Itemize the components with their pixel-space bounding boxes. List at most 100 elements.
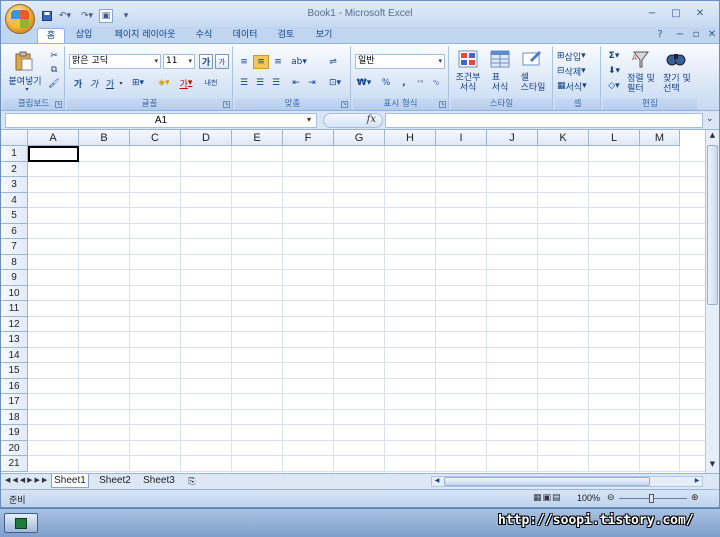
row-header-16[interactable]: 16 xyxy=(1,378,28,394)
font-name-box[interactable]: 맑은 고딕 ▾ xyxy=(69,54,161,69)
format-cells-button[interactable]: ▦ 서식 ▾ xyxy=(557,79,599,93)
underline-button[interactable]: 가 xyxy=(103,76,117,90)
zoom-out-icon[interactable]: ⊖ xyxy=(607,493,615,503)
column-header-j[interactable]: J xyxy=(487,130,538,146)
select-all-corner[interactable] xyxy=(1,130,28,146)
vertical-scroll-thumb[interactable] xyxy=(707,145,718,305)
underline-dropdown-icon[interactable]: ▾ xyxy=(117,76,125,90)
wrap-text-icon[interactable]: ⇌ xyxy=(325,55,341,69)
cell-styles-button[interactable]: 셀 스타일 xyxy=(515,72,551,94)
conditional-format-button[interactable]: 조건부 서식 xyxy=(451,72,485,94)
font-name-dropdown-icon[interactable]: ▾ xyxy=(154,55,158,68)
tab-formulas[interactable]: 수식 xyxy=(189,28,219,43)
worksheet-grid[interactable]: ABCDEFGHIJKLM 1 2 3 4 5 6 7 8 9 10 11 12 13 14 15 16 17 1… xyxy=(1,130,707,473)
align-bottom-icon[interactable]: ≡ xyxy=(271,55,285,69)
align-top-icon[interactable]: ≡ xyxy=(237,55,251,69)
column-header-c[interactable]: C xyxy=(130,130,181,146)
alignment-launcher-icon[interactable]: ↘ xyxy=(341,101,348,108)
row-header-10[interactable]: 10 xyxy=(1,285,28,301)
scroll-left-icon[interactable]: ◀ xyxy=(432,477,442,486)
column-header-b[interactable]: B xyxy=(79,130,130,146)
align-right-icon[interactable]: ☰ xyxy=(269,76,283,90)
formula-input[interactable] xyxy=(385,113,703,128)
shrink-font-button[interactable]: 가 xyxy=(215,54,229,69)
delete-cells-button[interactable]: ⊟ 삭제 ▾ xyxy=(557,64,599,78)
align-center-icon[interactable]: ☰ xyxy=(253,76,267,90)
horizontal-scroll-thumb[interactable] xyxy=(444,477,650,486)
row-header-19[interactable]: 19 xyxy=(1,425,28,441)
row-header-21[interactable]: 21 xyxy=(1,456,28,472)
row-header-12[interactable]: 12 xyxy=(1,316,28,332)
help-icon[interactable]: ? xyxy=(651,28,669,42)
scroll-right-icon[interactable]: ▶ xyxy=(692,477,702,486)
row-header-17[interactable]: 17 xyxy=(1,394,28,410)
copy-icon[interactable]: ⧉ xyxy=(47,64,61,76)
row-header-1[interactable]: 1 xyxy=(1,146,28,162)
comma-button[interactable]: , xyxy=(397,76,411,90)
column-header-m[interactable]: M xyxy=(640,130,680,146)
tab-insert[interactable]: 삽입 xyxy=(69,28,99,43)
align-left-icon[interactable]: ☰ xyxy=(237,76,251,90)
number-launcher-icon[interactable]: ↘ xyxy=(439,101,446,108)
row-header-18[interactable]: 18 xyxy=(1,409,28,425)
maximize-button[interactable]: □ xyxy=(667,7,685,21)
sheet-tab-3[interactable]: Sheet3 xyxy=(139,474,179,488)
sort-filter-button[interactable]: 정렬 및 필터 xyxy=(625,73,657,95)
row-header-11[interactable]: 11 xyxy=(1,301,28,317)
zoom-level[interactable]: 100% xyxy=(577,493,600,503)
font-color-button[interactable]: 가 ▾ xyxy=(177,76,195,90)
tab-review[interactable]: 검토 xyxy=(271,28,301,43)
sheet-tab-1[interactable]: Sheet1 xyxy=(51,474,89,488)
column-header-e[interactable]: E xyxy=(232,130,283,146)
autosum-button[interactable]: Σ ▾ xyxy=(605,49,623,63)
font-size-dropdown-icon[interactable]: ▾ xyxy=(188,55,192,68)
border-icon[interactable]: ⊞▾ xyxy=(129,76,147,90)
currency-button[interactable]: ₩ ▾ xyxy=(355,76,373,90)
row-header-13[interactable]: 13 xyxy=(1,332,28,348)
row-header-7[interactable]: 7 xyxy=(1,239,28,255)
clear-icon[interactable]: ◇▾ xyxy=(605,79,623,93)
font-launcher-icon[interactable]: ↘ xyxy=(223,101,230,108)
row-header-5[interactable]: 5 xyxy=(1,208,28,224)
column-header-f[interactable]: F xyxy=(283,130,334,146)
vertical-scrollbar[interactable]: ▲ ▼ xyxy=(705,130,719,473)
find-select-button[interactable]: 찾기 및 선택 xyxy=(659,73,695,95)
close-button[interactable]: ✕ xyxy=(691,7,709,21)
number-format-dropdown-icon[interactable]: ▾ xyxy=(438,55,442,68)
column-header-l[interactable]: L xyxy=(589,130,640,146)
row-header-9[interactable]: 9 xyxy=(1,270,28,286)
horizontal-scrollbar[interactable]: ◀ ▶ xyxy=(431,476,703,487)
scroll-down-icon[interactable]: ▼ xyxy=(707,460,718,472)
insert-cells-button[interactable]: ⊞ 삽입 ▾ xyxy=(557,49,599,63)
insert-sheet-icon[interactable]: ⎘ xyxy=(183,474,201,488)
column-header-d[interactable]: D xyxy=(181,130,232,146)
paste-button[interactable] xyxy=(13,48,35,74)
sheet-tab-2[interactable]: Sheet2 xyxy=(95,474,135,488)
orientation-icon[interactable]: ab▾ xyxy=(289,55,309,69)
sheet-nav-icons[interactable]: ◀◀◀▶▶▶ xyxy=(5,476,49,484)
ribbon-close-button[interactable]: ✕ xyxy=(703,28,719,42)
column-header-k[interactable]: K xyxy=(538,130,589,146)
name-box[interactable]: A1 xyxy=(5,113,317,128)
zoom-slider-thumb[interactable] xyxy=(649,494,654,503)
row-header-3[interactable]: 3 xyxy=(1,177,28,193)
align-middle-icon[interactable]: ≡ xyxy=(253,55,269,69)
italic-button[interactable]: 가 xyxy=(87,76,101,90)
paste-dropdown-icon[interactable]: ▾ xyxy=(23,85,31,93)
zoom-in-icon[interactable]: ⊕ xyxy=(691,493,699,503)
font-size-box[interactable]: 11 ▾ xyxy=(163,54,195,69)
row-header-15[interactable]: 15 xyxy=(1,363,28,379)
increase-indent-icon[interactable]: ⇥ xyxy=(305,76,319,90)
minimize-button[interactable]: − xyxy=(643,7,661,21)
merge-center-icon[interactable]: ⊡▾ xyxy=(325,76,345,90)
column-header-h[interactable]: H xyxy=(385,130,436,146)
percent-button[interactable]: % xyxy=(379,76,393,90)
taskbar-excel-button[interactable] xyxy=(4,513,38,533)
view-mode-icons[interactable]: ▦▣▤ xyxy=(533,493,562,503)
tab-home[interactable]: 홈 xyxy=(37,28,65,43)
format-painter-icon[interactable]: 🖌 xyxy=(47,78,61,90)
tab-data[interactable]: 데이터 xyxy=(227,28,263,43)
active-cell[interactable] xyxy=(28,146,79,162)
grow-font-button[interactable]: 가 xyxy=(199,54,213,69)
decrease-decimal-icon[interactable]: ⁰₀ xyxy=(429,76,443,90)
